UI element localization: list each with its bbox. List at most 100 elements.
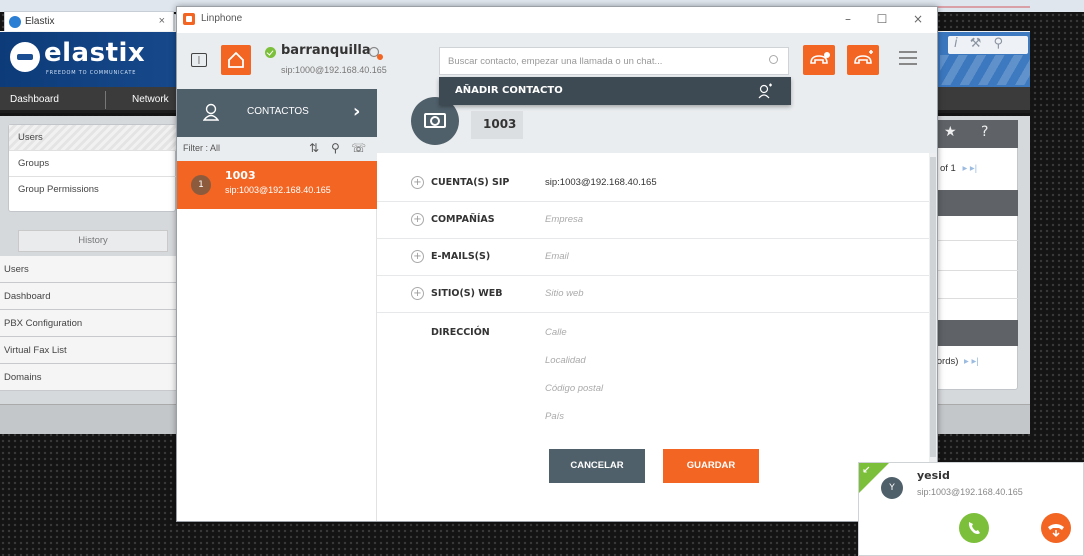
- nav-dashboard[interactable]: Dashboard: [10, 94, 59, 105]
- presence-online-icon: [265, 47, 276, 58]
- contacts-tab[interactable]: CONTACTOS ›: [177, 89, 377, 137]
- new-call-icon: [810, 52, 830, 64]
- elastix-right-panel: [930, 120, 1018, 390]
- save-button[interactable]: GUARDAR: [663, 449, 759, 483]
- field-value-sip[interactable]: sip:1003@192.168.40.165: [545, 177, 657, 188]
- minimize-button[interactable]: –: [839, 11, 857, 27]
- home-button[interactable]: [221, 45, 251, 75]
- pager: of 1 ▸ ▸|: [940, 163, 1018, 183]
- account-voicemail-icon: [367, 45, 383, 60]
- elastix-logo: elastix FREEDOM TO COMMUNICATE: [10, 38, 175, 80]
- add-contact-label: AÑADIR CONTACTO: [455, 85, 563, 96]
- nav-separator: [105, 91, 106, 109]
- linphone-window: Linphone – ☐ × | barranquilla sip:1000@1…: [176, 6, 938, 522]
- country-input[interactable]: País: [545, 411, 564, 422]
- conference-call-button[interactable]: [847, 45, 879, 75]
- header-tool-icons[interactable]: i ⚒ ⚲: [948, 36, 1028, 54]
- contact-edit-panel: 1003 + CUENTA(S) SIP sip:1003@192.168.40…: [377, 89, 937, 521]
- home-icon: [228, 51, 244, 68]
- records-next-icon[interactable]: ▸ ▸|: [964, 356, 979, 367]
- caller-sip: sip:1003@192.168.40.165: [917, 487, 1023, 497]
- caller-avatar: Y: [881, 477, 903, 499]
- contact-list-item[interactable]: 1 1003 sip:1003@192.168.40.165: [177, 161, 377, 209]
- website-input[interactable]: Sitio web: [545, 288, 584, 299]
- search-icon: [769, 55, 778, 64]
- field-row-sip: + CUENTA(S) SIP sip:1003@192.168.40.165: [377, 165, 929, 202]
- account-username: barranquilla: [281, 43, 371, 58]
- postal-code-input[interactable]: Código postal: [545, 383, 603, 394]
- linphone-sidebar: CONTACTOS › Filter : All ⇅ ⚲ ☏ 1 1003 si…: [177, 89, 377, 521]
- add-company-icon[interactable]: +: [411, 213, 424, 226]
- account-sip-address: sip:1000@192.168.40.165: [281, 65, 387, 75]
- camera-lens: [430, 116, 440, 126]
- add-sip-icon[interactable]: +: [411, 176, 424, 189]
- field-label-email: E-MAILS(S): [431, 251, 491, 262]
- chevron-right-icon: ›: [353, 101, 361, 122]
- history-item-dashboard[interactable]: Dashboard: [0, 283, 178, 310]
- field-row-email: + E-MAILS(S) Email: [377, 239, 929, 276]
- menu-item-users[interactable]: Users: [9, 125, 177, 151]
- accept-call-button[interactable]: [959, 513, 989, 543]
- table-footer-bar: [930, 320, 1018, 346]
- start-call-button[interactable]: [803, 45, 835, 75]
- menu-item-groups[interactable]: Groups: [9, 151, 177, 177]
- street-input[interactable]: Calle: [545, 327, 567, 338]
- email-input[interactable]: Email: [545, 251, 569, 262]
- field-label-website: SITIO(S) WEB: [431, 288, 503, 299]
- pager-next-icon[interactable]: ▸ ▸|: [963, 163, 978, 174]
- contact-avatar: 1: [191, 175, 211, 195]
- contact-sip: sip:1003@192.168.40.165: [225, 185, 331, 195]
- contacts-icon: [202, 103, 220, 121]
- add-website-icon[interactable]: +: [411, 287, 424, 300]
- browser-tab-title: Elastix: [25, 16, 55, 27]
- contacts-filter-bar: Filter : All ⇅ ⚲ ☏: [177, 137, 377, 161]
- elastix-logo-icon: [10, 42, 40, 72]
- field-label-company: COMPAÑÍAS: [431, 214, 495, 225]
- filter-label[interactable]: Filter : All: [183, 143, 220, 153]
- call-filter-icon[interactable]: ☏: [351, 141, 366, 155]
- pager-text: of 1: [940, 163, 956, 174]
- linphone-app-icon: [183, 13, 195, 25]
- elastix-favicon-icon: [9, 16, 21, 28]
- table-divider: [930, 270, 1018, 271]
- history-heading: History: [18, 230, 168, 252]
- table-divider: [930, 298, 1018, 299]
- history-item-virtual-fax-list[interactable]: Virtual Fax List: [0, 337, 178, 364]
- sidebar-toggle-icon[interactable]: |: [191, 53, 207, 67]
- elastix-logo-text: elastix: [44, 38, 146, 68]
- filter-settings-icon[interactable]: ⇅: [309, 141, 319, 155]
- incoming-call-notification: ↙ Y yesid sip:1003@192.168.40.165: [858, 462, 1084, 556]
- field-row-company: + COMPAÑÍAS Empresa: [377, 202, 929, 239]
- contacts-tab-label: CONTACTOS: [247, 106, 309, 117]
- contact-name: 1003: [225, 169, 256, 182]
- field-label-sip: CUENTA(S) SIP: [431, 177, 510, 188]
- caller-name: yesid: [917, 469, 950, 482]
- elastix-left-menu: Users Groups Group Permissions: [8, 124, 177, 212]
- history-item-pbx-configuration[interactable]: PBX Configuration: [0, 310, 178, 337]
- add-email-icon[interactable]: +: [411, 250, 424, 263]
- header-decoration: [940, 55, 1030, 85]
- nav-network[interactable]: Network: [132, 94, 169, 105]
- hamburger-menu-icon[interactable]: [899, 51, 917, 65]
- close-button[interactable]: ×: [909, 11, 927, 27]
- tab-close-icon[interactable]: ×: [159, 15, 165, 27]
- history-item-users[interactable]: Users: [0, 256, 178, 283]
- history-item-domains[interactable]: Domains: [0, 364, 178, 391]
- cancel-button[interactable]: CANCELAR: [549, 449, 645, 483]
- company-input[interactable]: Empresa: [545, 214, 583, 225]
- conference-icon: [854, 50, 873, 64]
- add-contact-dropdown[interactable]: AÑADIR CONTACTO: [439, 77, 791, 105]
- browser-tab-elastix[interactable]: Elastix ×: [4, 11, 174, 32]
- linphone-window-title: Linphone: [201, 13, 243, 24]
- search-input[interactable]: Buscar contacto, empezar una llamada o u…: [439, 47, 789, 75]
- menu-item-group-permissions[interactable]: Group Permissions: [9, 177, 177, 203]
- contact-name-input[interactable]: 1003: [471, 111, 523, 139]
- search-contacts-icon[interactable]: ⚲: [331, 141, 340, 155]
- table-header-bar: [930, 190, 1018, 216]
- scrollbar-thumb[interactable]: [930, 157, 936, 457]
- decline-call-button[interactable]: [1041, 513, 1071, 543]
- star-help-icons[interactable]: ★ ?: [944, 124, 1004, 144]
- locality-input[interactable]: Localidad: [545, 355, 586, 366]
- elastix-logo-tagline: FREEDOM TO COMMUNICATE: [46, 70, 137, 76]
- maximize-button[interactable]: ☐: [873, 11, 891, 27]
